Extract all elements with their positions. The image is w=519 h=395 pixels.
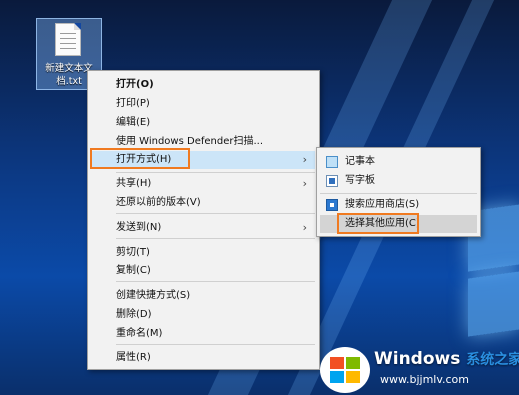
menu-separator xyxy=(116,213,315,214)
menu-separator xyxy=(320,193,477,194)
context-menu: 打开(O) 打印(P) 编辑(E) 使用 Windows Defender扫描.… xyxy=(87,70,320,370)
submenu-item-wordpad[interactable]: 写字板 xyxy=(320,172,477,190)
submenu-item-label: 选择其他应用(C) xyxy=(345,218,420,229)
menu-item-label: 共享(H) xyxy=(116,178,152,189)
watermark: Windows 系统之家 www.bjjmlv.com xyxy=(318,345,519,395)
watermark-brand-cn: 系统之家 xyxy=(466,352,519,368)
wordpad-icon xyxy=(326,175,338,187)
menu-item-open[interactable]: 打开(O) xyxy=(92,76,315,94)
watermark-brand: Windows xyxy=(374,349,461,369)
menu-item-share[interactable]: 共享(H) › xyxy=(92,175,315,193)
menu-item-label: 发送到(N) xyxy=(116,222,162,233)
windows-flag-icon xyxy=(330,357,344,369)
menu-item-defender-scan[interactable]: 使用 Windows Defender扫描... xyxy=(92,133,315,151)
watermark-logo-bubble xyxy=(320,347,370,393)
menu-item-send-to[interactable]: 发送到(N) › xyxy=(92,219,315,237)
menu-separator xyxy=(116,172,315,173)
menu-item-cut[interactable]: 剪切(T) xyxy=(92,244,315,262)
menu-item-print[interactable]: 打印(P) xyxy=(92,95,315,113)
notepad-icon xyxy=(326,156,338,168)
submenu-item-label: 记事本 xyxy=(345,156,375,167)
submenu-item-notepad[interactable]: 记事本 xyxy=(320,153,477,171)
menu-separator xyxy=(116,344,315,345)
submenu-item-label: 写字板 xyxy=(345,175,375,186)
submenu-item-choose-another-app[interactable]: 选择其他应用(C) xyxy=(320,215,477,233)
menu-item-create-shortcut[interactable]: 创建快捷方式(S) xyxy=(92,287,315,305)
open-with-submenu: 记事本 写字板 搜索应用商店(S) 选择其他应用(C) xyxy=(316,147,481,237)
store-icon xyxy=(326,199,338,211)
menu-item-rename[interactable]: 重命名(M) xyxy=(92,325,315,343)
menu-separator xyxy=(116,238,315,239)
chevron-right-icon: › xyxy=(302,177,307,190)
text-file-icon xyxy=(55,23,81,56)
menu-item-properties[interactable]: 属性(R) xyxy=(92,349,315,367)
chevron-right-icon: › xyxy=(302,153,307,166)
menu-item-open-with[interactable]: 打开方式(H) › xyxy=(92,151,315,169)
watermark-title: Windows 系统之家 xyxy=(374,349,519,370)
menu-separator xyxy=(116,281,315,282)
menu-item-edit[interactable]: 编辑(E) xyxy=(92,114,315,132)
menu-item-copy[interactable]: 复制(C) xyxy=(92,262,315,280)
submenu-item-search-store[interactable]: 搜索应用商店(S) xyxy=(320,196,477,214)
submenu-item-label: 搜索应用商店(S) xyxy=(345,199,420,210)
menu-item-label: 打开方式(H) xyxy=(116,154,172,165)
menu-item-restore-versions[interactable]: 还原以前的版本(V) xyxy=(92,194,315,212)
chevron-right-icon: › xyxy=(302,221,307,234)
windows-logo-pane xyxy=(468,271,519,337)
watermark-url: www.bjjmlv.com xyxy=(380,373,469,386)
menu-item-delete[interactable]: 删除(D) xyxy=(92,306,315,324)
